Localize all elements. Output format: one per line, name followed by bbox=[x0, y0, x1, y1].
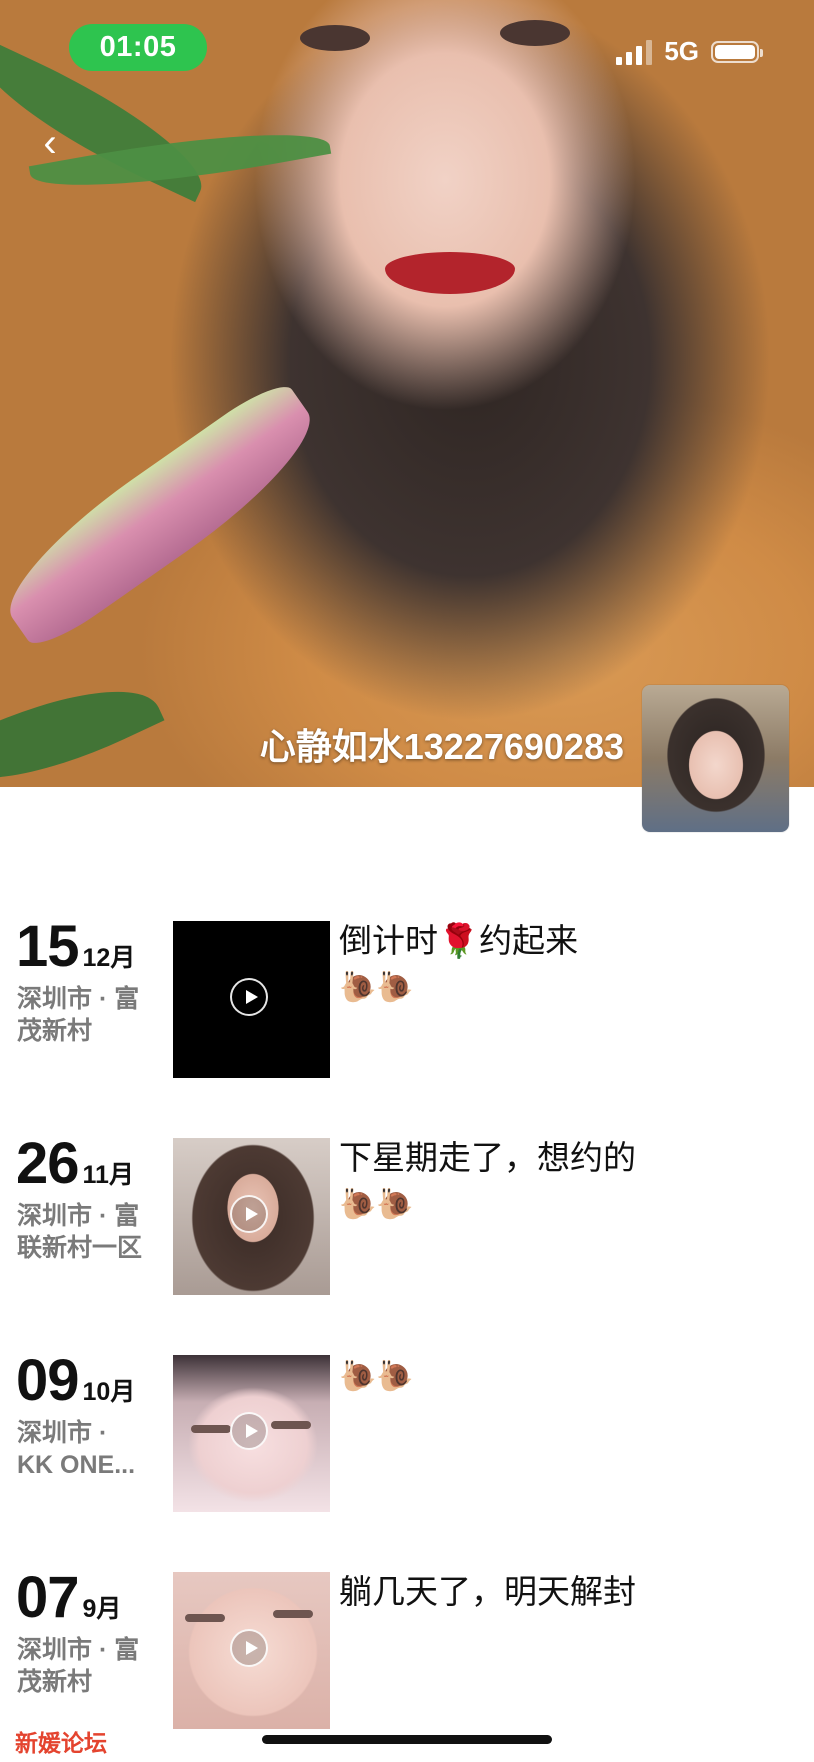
profile-avatar[interactable] bbox=[642, 685, 789, 832]
post-month: 10月 bbox=[82, 1378, 136, 1406]
post-caption: 倒计时🌹约起来 bbox=[339, 922, 579, 959]
video-thumbnail[interactable] bbox=[173, 1355, 330, 1512]
post-date: 09 10月 bbox=[16, 1352, 135, 1410]
location-line: 深圳市 · bbox=[17, 1419, 108, 1447]
play-icon bbox=[230, 1412, 268, 1450]
cover-detail bbox=[300, 25, 370, 51]
post-location: 深圳市 · 富 联新村一区 bbox=[17, 1200, 157, 1264]
battery-icon bbox=[711, 40, 763, 63]
status-time: 01:05 bbox=[69, 24, 207, 71]
post-text: 🐌🐌 bbox=[339, 1352, 679, 1399]
video-thumbnail[interactable] bbox=[173, 1572, 330, 1729]
post-day: 09 bbox=[16, 1348, 80, 1413]
post-day: 26 bbox=[16, 1131, 80, 1196]
snail-emoji: 🐌🐌 bbox=[339, 1360, 414, 1393]
post-month: 9月 bbox=[82, 1595, 122, 1623]
post-caption: 躺几天了，明天解封 bbox=[339, 1573, 636, 1610]
location-line: 茂新村 bbox=[17, 1017, 93, 1045]
network-type: 5G bbox=[664, 36, 699, 66]
signal-icon bbox=[616, 39, 653, 65]
post-location: 深圳市 · KK ONE... bbox=[17, 1417, 157, 1481]
location-line: 深圳市 · 富 bbox=[17, 1202, 140, 1230]
post-date: 26 11月 bbox=[16, 1135, 134, 1193]
play-icon bbox=[230, 1195, 268, 1233]
location-line: 联新村一区 bbox=[17, 1234, 143, 1262]
thumbnail-detail bbox=[273, 1610, 313, 1618]
post-month: 11月 bbox=[82, 1161, 134, 1189]
post-text: 下星期走了，想约的 🐌🐌 bbox=[339, 1135, 679, 1227]
snail-emoji: 🐌🐌 bbox=[339, 971, 414, 1004]
post-caption: 下星期走了，想约的 bbox=[339, 1139, 636, 1176]
location-line: 深圳市 · 富 bbox=[17, 1636, 140, 1664]
post-month: 12月 bbox=[82, 944, 136, 972]
moment-post[interactable]: 26 11月 深圳市 · 富 联新村一区 下星期走了，想约的 🐌🐌 bbox=[0, 1135, 814, 1295]
cover-photo[interactable] bbox=[0, 0, 814, 787]
post-date: 15 12月 bbox=[16, 918, 135, 976]
cover-leaf bbox=[0, 656, 165, 787]
post-date: 07 9月 bbox=[16, 1569, 121, 1627]
post-day: 07 bbox=[16, 1565, 80, 1630]
play-icon bbox=[230, 1629, 268, 1667]
video-thumbnail[interactable] bbox=[173, 1138, 330, 1295]
status-indicators: 5G bbox=[616, 36, 763, 67]
back-chevron-icon[interactable]: ‹ bbox=[30, 118, 70, 168]
thumbnail-detail bbox=[191, 1425, 231, 1433]
home-indicator[interactable] bbox=[262, 1735, 552, 1744]
post-location: 深圳市 · 富 茂新村 bbox=[17, 983, 157, 1047]
location-line: 深圳市 · 富 bbox=[17, 985, 140, 1013]
profile-nickname: 心静如水13227690283 bbox=[259, 726, 624, 767]
cover-detail bbox=[385, 252, 515, 294]
thumbnail-detail bbox=[185, 1614, 225, 1622]
cover-flower-bud bbox=[0, 374, 334, 656]
post-location: 深圳市 · 富 茂新村 bbox=[17, 1634, 157, 1698]
cover-detail bbox=[500, 20, 570, 46]
post-text: 倒计时🌹约起来 🐌🐌 bbox=[339, 918, 679, 1010]
post-day: 15 bbox=[16, 914, 80, 979]
forum-watermark: 新媛论坛 bbox=[15, 1730, 107, 1756]
moment-post[interactable]: 07 9月 深圳市 · 富 茂新村 躺几天了，明天解封 bbox=[0, 1569, 814, 1729]
location-line: 茂新村 bbox=[17, 1668, 93, 1696]
post-text: 躺几天了，明天解封 bbox=[339, 1569, 679, 1614]
moment-post[interactable]: 15 12月 深圳市 · 富 茂新村 倒计时🌹约起来 🐌🐌 bbox=[0, 918, 814, 1078]
moment-post[interactable]: 09 10月 深圳市 · KK ONE... 🐌🐌 bbox=[0, 1352, 814, 1512]
video-thumbnail[interactable] bbox=[173, 921, 330, 1078]
location-line: KK ONE... bbox=[17, 1451, 136, 1479]
thumbnail-detail bbox=[271, 1421, 311, 1429]
play-icon bbox=[230, 978, 268, 1016]
snail-emoji: 🐌🐌 bbox=[339, 1188, 414, 1221]
